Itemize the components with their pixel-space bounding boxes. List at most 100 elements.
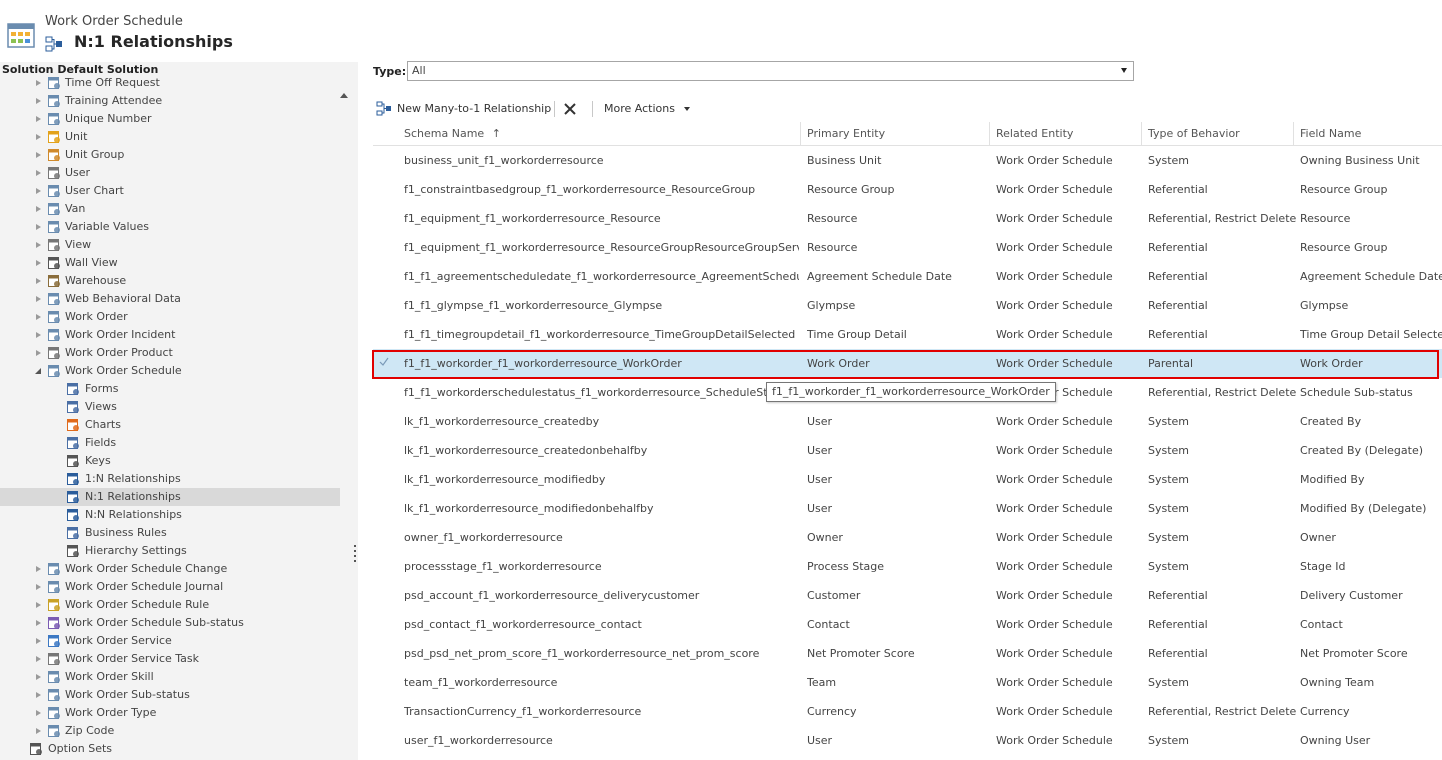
type-select[interactable]: All [407, 61, 1134, 81]
tree-collapsed-icon[interactable] [34, 182, 44, 200]
table-row[interactable]: f1_equipment_f1_workorderresource_Resour… [373, 233, 1442, 262]
delete-button[interactable] [561, 98, 579, 120]
nav-item[interactable]: Hierarchy Settings [0, 542, 340, 560]
tree-collapsed-icon[interactable] [34, 272, 44, 290]
nav-item[interactable]: Work Order Schedule Sub-status [0, 614, 340, 632]
nav-item[interactable]: Work Order Schedule Change [0, 560, 340, 578]
nav-item[interactable]: 1:N Relationships [0, 470, 340, 488]
tree-collapsed-icon[interactable] [34, 632, 44, 650]
nav-item[interactable]: Views [0, 398, 340, 416]
nav-item[interactable]: Fields [0, 434, 340, 452]
nav-item[interactable]: Forms [0, 380, 340, 398]
tree-collapsed-icon[interactable] [34, 578, 44, 596]
nav-item[interactable]: N:N Relationships [0, 506, 340, 524]
nav-item[interactable]: Unique Number [0, 110, 340, 128]
table-row[interactable]: business_unit_f1_workorderresource Busine… [373, 146, 1442, 175]
tree-collapsed-icon[interactable] [34, 704, 44, 722]
nav-item[interactable]: User [0, 164, 340, 182]
table-row[interactable]: f1_f1_timegroupdetail_f1_workorderresour… [373, 320, 1442, 349]
tree-collapsed-icon[interactable] [34, 596, 44, 614]
nav-item[interactable]: Web Behavioral Data [0, 290, 340, 308]
table-row[interactable]: f1_equipment_f1_workorderresource_Resour… [373, 204, 1442, 233]
tree-collapsed-icon[interactable] [34, 308, 44, 326]
tree-collapsed-icon[interactable] [34, 76, 44, 92]
column-header-related-entity[interactable]: Related Entity [989, 122, 1141, 146]
tree-collapsed-icon[interactable] [34, 722, 44, 740]
nav-item[interactable]: Unit [0, 128, 340, 146]
nav-item-label: Work Order Incident [65, 328, 176, 341]
nav-item[interactable]: Zip Code [0, 722, 340, 740]
pane-splitter[interactable] [354, 545, 357, 565]
table-row[interactable]: lk_f1_workorderresource_modifiedonbehalf… [373, 494, 1442, 523]
nav-item[interactable]: Work Order Service Task [0, 650, 340, 668]
table-row[interactable]: TransactionCurrency_f1_workorderresource… [373, 697, 1442, 726]
nav-item[interactable]: View [0, 236, 340, 254]
table-row[interactable]: f1_f1_agreementscheduledate_f1_workorder… [373, 262, 1442, 291]
tree-expanded-icon[interactable] [34, 362, 44, 380]
tree-collapsed-icon[interactable] [34, 128, 44, 146]
nav-item[interactable]: Keys [0, 452, 340, 470]
component-tree[interactable]: Time Off Request Training Attendee Unique … [0, 76, 340, 760]
nav-item[interactable]: Charts [0, 416, 340, 434]
tree-collapsed-icon[interactable] [34, 92, 44, 110]
table-row[interactable]: processstage_f1_workorderresource Process… [373, 552, 1442, 581]
nav-item[interactable]: Work Order Schedule Journal [0, 578, 340, 596]
nav-item[interactable]: Work Order Incident [0, 326, 340, 344]
table-row[interactable]: lk_f1_workorderresource_createdby User Wor… [373, 407, 1442, 436]
nav-item[interactable]: Work Order Sub-status [0, 686, 340, 704]
table-row[interactable]: psd_contact_f1_workorderresource_contact… [373, 610, 1442, 639]
nav-item-label: Hierarchy Settings [85, 544, 187, 557]
nav-item[interactable]: Work Order Type [0, 704, 340, 722]
nav-item[interactable]: N:1 Relationships [0, 488, 340, 506]
more-actions-button[interactable]: More Actions [604, 98, 691, 120]
tree-collapsed-icon[interactable] [34, 290, 44, 308]
nav-item[interactable]: Unit Group [0, 146, 340, 164]
tree-collapsed-icon[interactable] [34, 668, 44, 686]
scroll-up-arrow-icon[interactable] [340, 93, 348, 98]
nav-item[interactable]: Work Order Schedule Rule [0, 596, 340, 614]
tree-collapsed-icon[interactable] [34, 236, 44, 254]
table-row[interactable]: f1_f1_glympse_f1_workorderresource_Glymp… [373, 291, 1442, 320]
tree-collapsed-icon[interactable] [34, 686, 44, 704]
nav-item[interactable]: Wall View [0, 254, 340, 272]
nav-item[interactable]: Work Order Product [0, 344, 340, 362]
tree-collapsed-icon[interactable] [34, 614, 44, 632]
tree-collapsed-icon[interactable] [34, 164, 44, 182]
cell-field-name: Owning User [1300, 734, 1371, 747]
column-header-field-name[interactable]: Field Name [1293, 122, 1442, 146]
table-row[interactable]: psd_account_f1_workorderresource_deliver… [373, 581, 1442, 610]
nav-item[interactable]: Van [0, 200, 340, 218]
nav-item[interactable]: Training Attendee [0, 92, 340, 110]
nav-item[interactable]: Work Order Schedule [0, 362, 340, 380]
nav-item[interactable]: Work Order Service [0, 632, 340, 650]
nav-item[interactable]: Variable Values [0, 218, 340, 236]
column-header-schema-name[interactable]: Schema Name ↑ [398, 122, 798, 146]
tree-collapsed-icon[interactable] [34, 560, 44, 578]
table-row[interactable]: owner_f1_workorderresource Owner Work Orde… [373, 523, 1442, 552]
tree-collapsed-icon[interactable] [34, 650, 44, 668]
nav-item[interactable]: Warehouse [0, 272, 340, 290]
tree-collapsed-icon[interactable] [34, 326, 44, 344]
tree-collapsed-icon[interactable] [34, 200, 44, 218]
tree-collapsed-icon[interactable] [34, 344, 44, 362]
table-row[interactable]: f1_constraintbasedgroup_f1_workorderreso… [373, 175, 1442, 204]
table-row[interactable]: team_f1_workorderresource Team Work Order … [373, 668, 1442, 697]
table-row[interactable]: lk_f1_workorderresource_modifiedby User Wo… [373, 465, 1442, 494]
column-header-type-of-behavior[interactable]: Type of Behavior [1141, 122, 1293, 146]
nav-item[interactable]: Time Off Request [0, 76, 340, 92]
tree-collapsed-icon[interactable] [34, 146, 44, 164]
table-row[interactable]: user_f1_workorderresource User Work Order … [373, 726, 1442, 755]
tree-collapsed-icon[interactable] [34, 218, 44, 236]
nav-item[interactable]: Option Sets [0, 740, 340, 758]
tree-collapsed-icon[interactable] [34, 110, 44, 128]
tree-collapsed-icon[interactable] [34, 254, 44, 272]
entity-gear-icon [47, 328, 61, 342]
nav-item[interactable]: Business Rules [0, 524, 340, 542]
table-row[interactable]: psd_psd_net_prom_score_f1_workorderresou… [373, 639, 1442, 668]
column-header-primary-entity[interactable]: Primary Entity [800, 122, 989, 146]
nav-item[interactable]: Work Order [0, 308, 340, 326]
cell-primary-entity: User [807, 415, 833, 428]
nav-item[interactable]: User Chart [0, 182, 340, 200]
table-row[interactable]: lk_f1_workorderresource_createdonbehalfb… [373, 436, 1442, 465]
nav-item[interactable]: Work Order Skill [0, 668, 340, 686]
